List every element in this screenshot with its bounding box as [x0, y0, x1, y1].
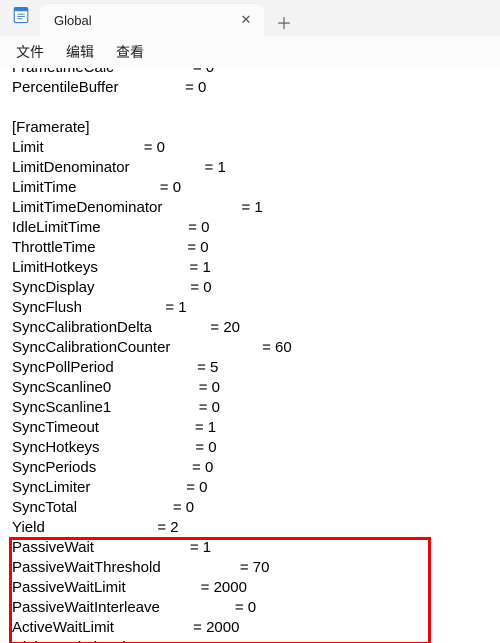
- editor-line: ActiveWaitLimit = 2000: [12, 618, 488, 638]
- notepad-icon: [12, 6, 30, 24]
- editor-line: SyncPeriods = 0: [12, 458, 488, 478]
- editor-line: ThrottleTime = 0: [12, 238, 488, 258]
- titlebar: Global ✕ ＋: [0, 0, 500, 36]
- tab-global[interactable]: Global ✕: [40, 4, 264, 36]
- editor-viewport: FrametimeCalc = 0PercentileBuffer = 0 [F…: [0, 68, 500, 643]
- editor-line: SyncCalibrationCounter = 60: [12, 338, 488, 358]
- editor-line: SyncTimeout = 1: [12, 418, 488, 438]
- editor-line: [Framerate]: [12, 118, 488, 138]
- editor-line: SyncCalibrationDelta = 20: [12, 318, 488, 338]
- editor-line: HighResolutionTimer = 1: [12, 638, 488, 643]
- tab-title: Global: [54, 13, 238, 28]
- editor-line: IdleLimitTime = 0: [12, 218, 488, 238]
- editor-line: SyncDisplay = 0: [12, 278, 488, 298]
- editor-line: SyncTotal = 0: [12, 498, 488, 518]
- editor-line: PassiveWaitInterleave = 0: [12, 598, 488, 618]
- editor-line: SyncLimiter = 0: [12, 478, 488, 498]
- editor-line: SyncHotkeys = 0: [12, 438, 488, 458]
- editor-line: SyncPollPeriod = 5: [12, 358, 488, 378]
- editor-line: [12, 98, 488, 118]
- editor-line: LimitHotkeys = 1: [12, 258, 488, 278]
- menu-edit[interactable]: 编辑: [66, 42, 94, 62]
- editor-line: Limit = 0: [12, 138, 488, 158]
- editor-line: PassiveWaitLimit = 2000: [12, 578, 488, 598]
- editor-line: SyncFlush = 1: [12, 298, 488, 318]
- new-tab-button[interactable]: ＋: [270, 8, 298, 36]
- editor-content[interactable]: FrametimeCalc = 0PercentileBuffer = 0 [F…: [0, 68, 500, 643]
- editor-line: LimitTimeDenominator = 1: [12, 198, 488, 218]
- editor-line: LimitDenominator = 1: [12, 158, 488, 178]
- editor-line: Yield = 2: [12, 518, 488, 538]
- close-icon[interactable]: ✕: [238, 12, 254, 28]
- editor-line: FrametimeCalc = 0: [12, 68, 488, 78]
- editor-line: PercentileBuffer = 0: [12, 78, 488, 98]
- editor-line: SyncScanline0 = 0: [12, 378, 488, 398]
- menu-view[interactable]: 查看: [116, 42, 144, 62]
- editor-line: PassiveWaitThreshold = 70: [12, 558, 488, 578]
- menu-file[interactable]: 文件: [16, 42, 44, 62]
- editor-line: SyncScanline1 = 0: [12, 398, 488, 418]
- menubar: 文件 编辑 查看: [0, 36, 500, 68]
- editor-line: PassiveWait = 1: [12, 538, 488, 558]
- editor-line: LimitTime = 0: [12, 178, 488, 198]
